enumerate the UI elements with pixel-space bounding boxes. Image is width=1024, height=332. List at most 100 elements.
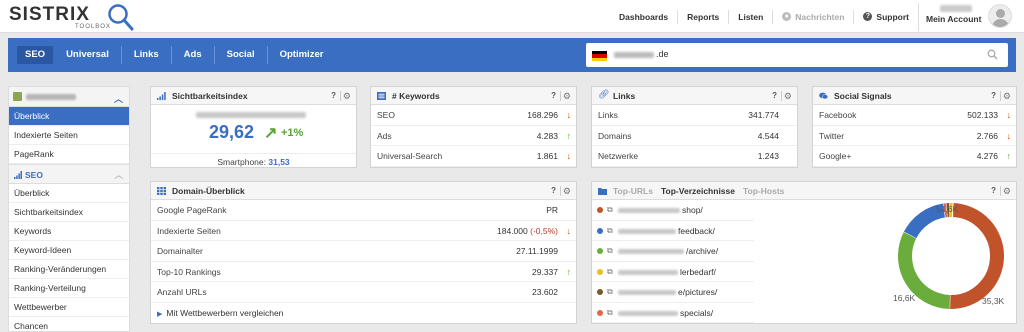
row-label: Domains (598, 130, 632, 141)
links-rows: Links 341.774 Domains 4.544 Netzwerke 1.243 (592, 105, 797, 167)
data-row[interactable]: Netzwerke 1.243 (592, 146, 797, 167)
smartphone-value: 31,53 (268, 157, 290, 167)
row-label: Universal-Search (377, 151, 443, 161)
help-icon[interactable]: ? (991, 87, 996, 105)
arrow-down-icon: ↓ (566, 151, 572, 161)
data-row[interactable]: Indexierte Seiten 184.000 (-0,5%) ↓ (151, 221, 576, 241)
gear-icon[interactable]: ⚙ (784, 87, 792, 105)
sidebar-item[interactable]: Keywords (9, 222, 129, 241)
sidebar-item[interactable]: Ranking-Veränderungen (9, 260, 129, 279)
data-row[interactable]: Twitter 2.766 ↓ (813, 126, 1016, 146)
chevron-up-icon[interactable]: ︿ (114, 92, 123, 105)
directory-row[interactable]: ⧉ e/pictures/ (592, 282, 754, 303)
directory-row[interactable]: ⧉ feedback/ (592, 221, 754, 241)
top-tab[interactable]: Top-Hosts (743, 182, 784, 200)
data-row[interactable]: Domains 4.544 (592, 126, 797, 146)
external-link-icon[interactable]: ⧉ (607, 303, 613, 323)
sidebar-item[interactable]: Chancen (9, 317, 129, 331)
external-link-icon[interactable]: ⧉ (607, 200, 613, 220)
row-value: PR (546, 200, 558, 220)
smartphone-row[interactable]: Smartphone: 31,53 (151, 153, 356, 167)
data-row[interactable]: Ads 4.283 ↑ (371, 126, 576, 146)
divider (781, 91, 782, 101)
data-row[interactable]: SEO 168.296 ↓ (371, 105, 576, 126)
data-row[interactable]: Facebook 502.133 ↓ (813, 105, 1016, 126)
main-nav-tab[interactable]: Social (215, 46, 268, 64)
help-icon[interactable]: ? (772, 87, 777, 105)
main-nav-tab[interactable]: Universal (54, 46, 122, 64)
data-row[interactable]: Google PageRank PR (151, 200, 576, 221)
row-value: 341.774 (748, 105, 779, 125)
data-row[interactable]: Top-10 Rankings 29.337 ↑ (151, 262, 576, 282)
row-value: 4.276 (977, 146, 998, 166)
directory-row[interactable]: ⧉ lerbedarf/ (592, 262, 754, 282)
arrow-up-icon: ↑ (566, 266, 572, 277)
sidebar-item[interactable]: Sichtbarkeitsindex (9, 203, 129, 222)
external-link-icon[interactable]: ⧉ (607, 262, 613, 282)
top-nav-item[interactable]: Dashboards (610, 9, 679, 24)
top-tab[interactable]: Top-URLs (613, 182, 653, 200)
help-icon[interactable]: ? (551, 87, 556, 105)
account-menu[interactable]: Mein Account (918, 3, 984, 31)
external-link-icon[interactable]: ⧉ (607, 282, 613, 302)
row-label: Anzahl URLs (157, 287, 207, 297)
gear-icon[interactable]: ⚙ (563, 182, 571, 200)
donut-slice-archive[interactable] (898, 231, 951, 309)
sidebar-item[interactable]: Ranking-Verteilung (9, 279, 129, 298)
sidebar-project-header[interactable]: ︿ (9, 87, 129, 107)
sidebar-seo-items: Überblick Sichtbarkeitsindex Keywords Keywo… (9, 184, 129, 331)
external-link-icon[interactable]: ⧉ (607, 241, 613, 261)
data-row[interactable]: Links 341.774 (592, 105, 797, 126)
main-nav-tab[interactable]: SEO (17, 46, 54, 64)
box-header: # Keywords ? ⚙ (371, 87, 576, 105)
sidebar-item[interactable]: Indexierte Seiten (9, 126, 129, 145)
top-nav-item[interactable]: ● Nachrichten (773, 9, 855, 24)
sidebar-item[interactable]: Keyword-Ideen (9, 241, 129, 260)
divider (340, 91, 341, 101)
domain-blurred (618, 228, 676, 234)
row-label: Indexierte Seiten (157, 225, 221, 236)
gear-icon[interactable]: ⚙ (563, 87, 571, 105)
domain-suffix: .de (656, 49, 669, 59)
main-nav-tab[interactable]: Optimizer (268, 46, 336, 64)
donut-label-left: 16,6K (893, 293, 916, 303)
data-row[interactable]: Google+ 4.276 ↑ (813, 146, 1016, 167)
donut-slice-shop[interactable] (949, 203, 1004, 309)
directory-row[interactable]: ⧉ /archive/ (592, 241, 754, 262)
main-nav-tab[interactable]: Links (122, 46, 172, 64)
help-icon[interactable]: ? (331, 87, 336, 105)
flag-stripe (592, 57, 607, 61)
data-row[interactable]: Domainalter 27.11.1999 (151, 241, 576, 262)
domain-search-input[interactable]: .de (586, 43, 1008, 67)
main-nav-tab[interactable]: Ads (172, 46, 215, 64)
gear-icon[interactable]: ⚙ (343, 87, 351, 105)
help-icon[interactable]: ? (551, 182, 556, 200)
directory-row[interactable]: ⧉ shop/ (592, 200, 754, 221)
row-label: Netzwerke (598, 151, 639, 161)
donut-slice-feedback[interactable] (903, 203, 946, 239)
box-title: Social Signals (834, 91, 892, 101)
top-nav-item[interactable]: Reports (678, 9, 730, 24)
sidebar-section-seo[interactable]: SEO ︿ (9, 164, 129, 184)
main-nav-bar: SEO Universal Links Ads Social Optimizer .de (8, 38, 1016, 72)
directory-row[interactable]: ⧉ specials/ (592, 303, 754, 323)
germany-flag-icon[interactable] (592, 51, 607, 61)
avatar[interactable] (988, 4, 1012, 28)
row-value: 168.296 (527, 105, 558, 125)
sidebar-item[interactable]: Überblick (9, 107, 129, 126)
external-link-icon[interactable]: ⧉ (607, 221, 613, 241)
sidebar-item[interactable]: Überblick (9, 184, 129, 203)
top-nav-item[interactable]: ? Support (854, 10, 918, 24)
gear-icon[interactable]: ⚙ (1003, 87, 1011, 105)
data-row[interactable]: Anzahl URLs 23.602 (151, 282, 576, 303)
sistrix-logo[interactable]: SISTRIX TOOLBOX (9, 3, 134, 31)
top-tab[interactable]: Top-Verzeichnisse (661, 182, 735, 200)
sidebar-item[interactable]: PageRank (9, 145, 129, 164)
top-nav-item[interactable]: Listen (729, 9, 774, 24)
data-row[interactable]: Universal-Search 1.861 ↓ (371, 146, 576, 167)
chevron-up-icon[interactable]: ︿ (114, 165, 123, 185)
compare-competitors-link[interactable]: ▶ Mit Wettbewerbern vergleichen (151, 303, 576, 323)
search-icon[interactable] (987, 49, 998, 60)
sidebar-item[interactable]: Wettbewerber (9, 298, 129, 317)
domain-blurred (618, 249, 684, 254)
